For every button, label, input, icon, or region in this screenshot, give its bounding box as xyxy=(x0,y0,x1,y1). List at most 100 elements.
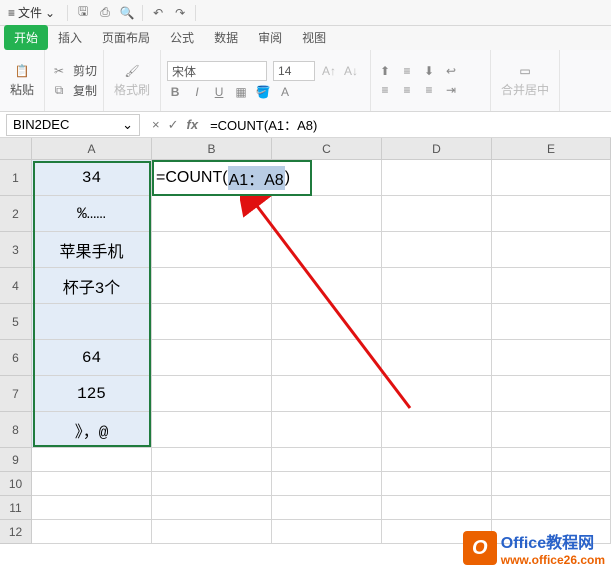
cell-A2[interactable]: %…… xyxy=(32,196,152,232)
row-header-10[interactable]: 10 xyxy=(0,472,32,496)
cell-C8[interactable] xyxy=(272,412,382,448)
cell-D5[interactable] xyxy=(382,304,492,340)
paste-button[interactable]: 📋 粘贴 xyxy=(6,61,38,100)
cell-C3[interactable] xyxy=(272,232,382,268)
preview-icon[interactable]: 🔍 xyxy=(116,6,138,20)
cell-B1-editing[interactable]: =COUNT(A1：A8) xyxy=(152,160,312,196)
cell-C5[interactable] xyxy=(272,304,382,340)
cell-C7[interactable] xyxy=(272,376,382,412)
cell-C2[interactable] xyxy=(272,196,382,232)
cell-B11[interactable] xyxy=(152,496,272,520)
cell-B2[interactable] xyxy=(152,196,272,232)
undo-icon[interactable]: ↶ xyxy=(147,6,169,20)
cancel-icon[interactable]: × xyxy=(152,117,160,133)
cell-D3[interactable] xyxy=(382,232,492,268)
decrease-font-icon[interactable]: A↓ xyxy=(343,63,359,79)
cell-C11[interactable] xyxy=(272,496,382,520)
fx-icon[interactable]: fx xyxy=(187,117,199,133)
underline-icon[interactable]: U xyxy=(211,84,227,100)
col-header-C[interactable]: C xyxy=(272,138,382,160)
tab-data[interactable]: 数据 xyxy=(204,25,248,50)
cell-B9[interactable] xyxy=(152,448,272,472)
fill-color-icon[interactable]: 🪣 xyxy=(255,84,271,100)
tab-formula[interactable]: 公式 xyxy=(160,25,204,50)
col-header-D[interactable]: D xyxy=(382,138,492,160)
row-header-12[interactable]: 12 xyxy=(0,520,32,544)
cell-C12[interactable] xyxy=(272,520,382,544)
merge-center-button[interactable]: ▭ 合并居中 xyxy=(497,61,553,100)
font-name-select[interactable]: 宋体 xyxy=(167,61,267,81)
cell-D4[interactable] xyxy=(382,268,492,304)
row-header-9[interactable]: 9 xyxy=(0,448,32,472)
cell-E1[interactable] xyxy=(492,160,611,196)
cell-A9[interactable] xyxy=(32,448,152,472)
col-header-A[interactable]: A xyxy=(32,138,152,160)
cell-B7[interactable] xyxy=(152,376,272,412)
spreadsheet-grid[interactable]: A B C D E 1 2 3 4 5 6 7 8 9 10 11 12 34 … xyxy=(0,138,611,573)
col-header-B[interactable]: B xyxy=(152,138,272,160)
cell-A12[interactable] xyxy=(32,520,152,544)
cell-A6[interactable]: 64 xyxy=(32,340,152,376)
redo-icon[interactable]: ↷ xyxy=(169,6,191,20)
formula-input[interactable]: =COUNT(A1：A8) xyxy=(204,115,611,134)
font-size-select[interactable]: 14 xyxy=(273,61,315,81)
cell-A5[interactable] xyxy=(32,304,152,340)
format-painter-button[interactable]: 🖌 格式刷 xyxy=(110,61,154,100)
cell-E4[interactable] xyxy=(492,268,611,304)
align-top-icon[interactable]: ⬆ xyxy=(377,63,393,79)
cell-C6[interactable] xyxy=(272,340,382,376)
cell-D1[interactable] xyxy=(382,160,492,196)
row-header-11[interactable]: 11 xyxy=(0,496,32,520)
cell-A10[interactable] xyxy=(32,472,152,496)
cell-A7[interactable]: 125 xyxy=(32,376,152,412)
cell-E10[interactable] xyxy=(492,472,611,496)
col-header-E[interactable]: E xyxy=(492,138,611,160)
cell-B8[interactable] xyxy=(152,412,272,448)
cell-A4[interactable]: 杯子3个 xyxy=(32,268,152,304)
align-left-icon[interactable]: ≡ xyxy=(377,82,393,98)
cell-B5[interactable] xyxy=(152,304,272,340)
row-header-8[interactable]: 8 xyxy=(0,412,32,448)
cell-E9[interactable] xyxy=(492,448,611,472)
cell-E7[interactable] xyxy=(492,376,611,412)
cell-D7[interactable] xyxy=(382,376,492,412)
cell-B10[interactable] xyxy=(152,472,272,496)
italic-icon[interactable]: I xyxy=(189,84,205,100)
row-header-1[interactable]: 1 xyxy=(0,160,32,196)
tab-start[interactable]: 开始 xyxy=(4,25,48,50)
cell-E5[interactable] xyxy=(492,304,611,340)
cell-A3[interactable]: 苹果手机 xyxy=(32,232,152,268)
row-header-3[interactable]: 3 xyxy=(0,232,32,268)
tab-pagelayout[interactable]: 页面布局 xyxy=(92,25,160,50)
cell-C4[interactable] xyxy=(272,268,382,304)
border-icon[interactable]: ▦ xyxy=(233,84,249,100)
cell-D8[interactable] xyxy=(382,412,492,448)
wrap-text-icon[interactable]: ↩ xyxy=(443,63,459,79)
row-header-6[interactable]: 6 xyxy=(0,340,32,376)
cell-C10[interactable] xyxy=(272,472,382,496)
cell-D6[interactable] xyxy=(382,340,492,376)
row-header-5[interactable]: 5 xyxy=(0,304,32,340)
cell-A11[interactable] xyxy=(32,496,152,520)
save-icon[interactable]: 🖫 xyxy=(72,2,94,23)
confirm-icon[interactable]: ✓ xyxy=(168,117,179,133)
copy-button[interactable]: ⧉复制 xyxy=(51,82,97,99)
cell-E2[interactable] xyxy=(492,196,611,232)
tab-review[interactable]: 审阅 xyxy=(248,25,292,50)
print-icon[interactable]: ⎙ xyxy=(94,5,116,20)
row-header-4[interactable]: 4 xyxy=(0,268,32,304)
cell-D2[interactable] xyxy=(382,196,492,232)
align-middle-icon[interactable]: ≡ xyxy=(399,63,415,79)
cell-E6[interactable] xyxy=(492,340,611,376)
align-right-icon[interactable]: ≡ xyxy=(421,82,437,98)
cell-B4[interactable] xyxy=(152,268,272,304)
cell-D9[interactable] xyxy=(382,448,492,472)
cell-A1[interactable]: 34 xyxy=(32,160,152,196)
indent-icon[interactable]: ⇥ xyxy=(443,82,459,98)
row-header-7[interactable]: 7 xyxy=(0,376,32,412)
cell-D11[interactable] xyxy=(382,496,492,520)
bold-icon[interactable]: B xyxy=(167,84,183,100)
cell-E11[interactable] xyxy=(492,496,611,520)
cell-A8[interactable]: 》，@ xyxy=(32,412,152,448)
row-header-2[interactable]: 2 xyxy=(0,196,32,232)
